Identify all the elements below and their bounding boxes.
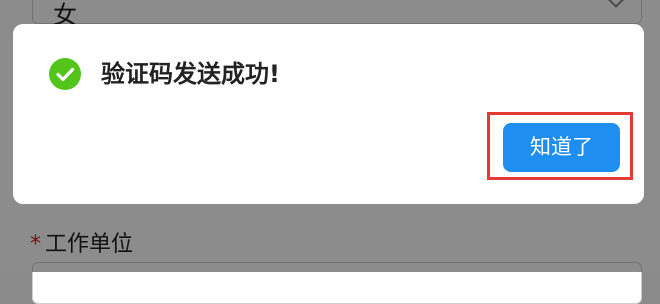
ok-button[interactable]: 知道了 (503, 123, 620, 172)
success-dialog: 验证码发送成功! 知道了 (13, 24, 644, 204)
dialog-message: 验证码发送成功! (101, 60, 280, 88)
check-circle-icon (49, 58, 81, 90)
